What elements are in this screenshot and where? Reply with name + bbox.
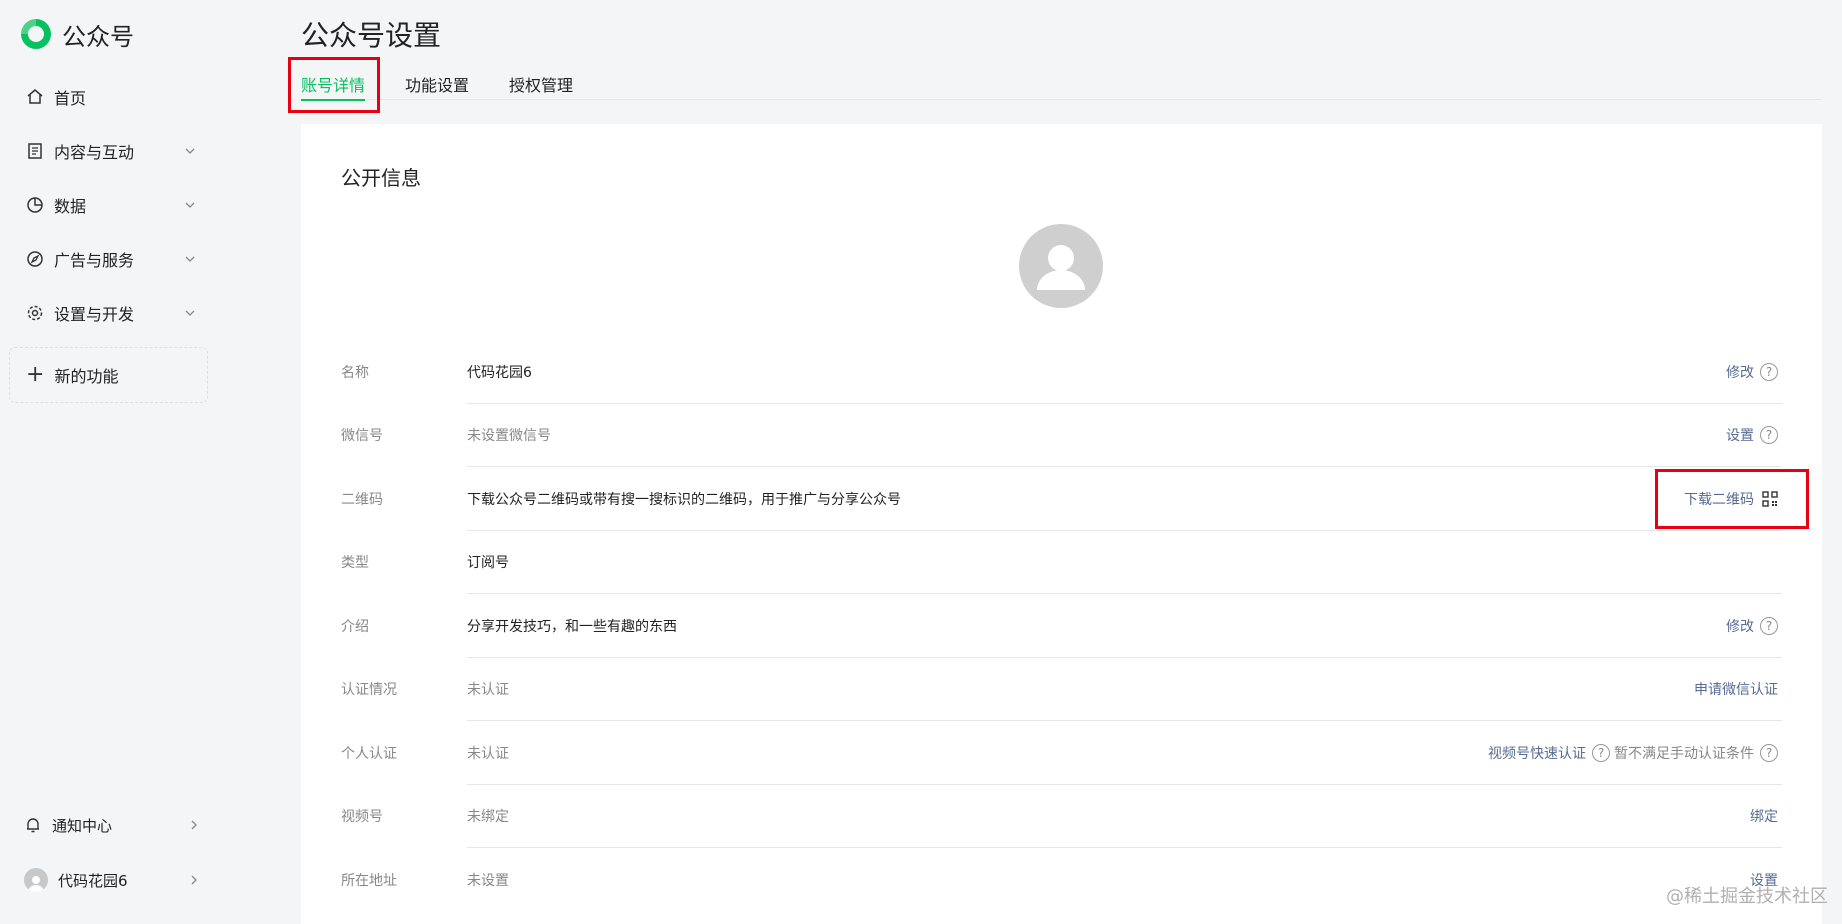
row-label: 名称: [341, 362, 467, 382]
avatar: [24, 868, 48, 892]
info-row-channels: 视频号 未绑定 绑定: [341, 785, 1782, 849]
section-title: 公开信息: [341, 162, 421, 191]
manual-verify-note: 暂不满足手动认证条件: [1614, 743, 1754, 763]
chevron-down-icon: [184, 253, 196, 265]
row-value: 未认证: [467, 679, 1694, 699]
row-actions: 绑定: [1750, 806, 1782, 826]
info-list: 名称 代码花园6 修改 ? 微信号 未设置微信号 设置 ? 二维码 下载公众号二…: [341, 340, 1782, 912]
row-value: 下载公众号二维码或带有搜一搜标识的二维码，用于推广与分享公众号: [467, 489, 1684, 509]
account-avatar[interactable]: [1019, 224, 1103, 308]
document-icon: [26, 142, 44, 160]
edit-name-link[interactable]: 修改: [1726, 362, 1754, 382]
sidebar-item-content[interactable]: 内容与互动: [0, 124, 222, 178]
sidebar-item-settings[interactable]: 设置与开发: [0, 286, 222, 340]
notification-center-label: 通知中心: [52, 815, 188, 836]
bind-channels-link[interactable]: 绑定: [1750, 806, 1778, 826]
info-row-name: 名称 代码花园6 修改 ?: [341, 340, 1782, 404]
pie-chart-icon: [26, 196, 44, 214]
channels-quick-verify-link[interactable]: 视频号快速认证: [1488, 743, 1586, 763]
row-value: 未设置: [467, 870, 1750, 890]
page-title: 公众号设置: [301, 14, 441, 54]
home-icon: [26, 88, 44, 106]
wechat-official-account-logo: [18, 16, 54, 52]
row-label: 所在地址: [341, 870, 467, 890]
brand-name: 公众号: [62, 17, 134, 52]
watermark: @稀土掘金技术社区: [1666, 882, 1828, 908]
user-icon: [26, 872, 46, 892]
sidebar-nav: 首页 内容与互动 数据: [0, 70, 222, 340]
help-icon[interactable]: ?: [1760, 363, 1778, 381]
row-actions: 修改 ?: [1726, 616, 1782, 636]
row-actions: 申请微信认证: [1694, 679, 1782, 699]
public-info-card: 公开信息 名称 代码花园6 修改 ? 微信号 未设置微信号 设置 ?: [301, 124, 1822, 924]
chevron-down-icon: [184, 199, 196, 211]
row-label: 个人认证: [341, 743, 467, 763]
info-row-verification: 认证情况 未认证 申请微信认证: [341, 658, 1782, 722]
annotation-highlight-qrcode: [1655, 469, 1809, 529]
row-actions: 修改 ?: [1726, 362, 1782, 382]
row-value: 代码花园6: [467, 362, 1726, 382]
compass-icon: [26, 250, 44, 268]
row-label: 微信号: [341, 425, 467, 445]
tab-authorization[interactable]: 授权管理: [509, 68, 573, 100]
row-label: 认证情况: [341, 679, 467, 699]
row-value: 未绑定: [467, 806, 1750, 826]
row-label: 二维码: [341, 489, 467, 509]
info-row-type: 类型 订阅号: [341, 531, 1782, 595]
row-actions: 视频号快速认证 ? 暂不满足手动认证条件 ?: [1488, 743, 1782, 763]
info-row-qrcode: 二维码 下载公众号二维码或带有搜一搜标识的二维码，用于推广与分享公众号 下载二维…: [341, 467, 1782, 531]
sidebar-item-label: 首页: [54, 85, 196, 109]
row-label: 视频号: [341, 806, 467, 826]
info-row-wechat-id: 微信号 未设置微信号 设置 ?: [341, 404, 1782, 468]
sidebar-item-label: 广告与服务: [54, 247, 180, 271]
sidebar-item-label: 内容与互动: [54, 139, 180, 163]
chevron-right-icon: [188, 819, 200, 831]
row-actions: 设置 ?: [1726, 425, 1782, 445]
chevron-right-icon: [188, 874, 200, 886]
bell-icon: [24, 816, 42, 834]
row-label: 介绍: [341, 616, 467, 636]
chevron-down-icon: [184, 307, 196, 319]
gear-icon: [26, 304, 44, 322]
plus-icon: +: [26, 364, 44, 386]
row-value: 未认证: [467, 743, 1488, 763]
set-wechat-id-link[interactable]: 设置: [1726, 425, 1754, 445]
new-features-button[interactable]: + 新的功能: [9, 347, 208, 403]
sidebar-item-ads[interactable]: 广告与服务: [0, 232, 222, 286]
notification-center-button[interactable]: 通知中心: [0, 802, 222, 848]
edit-intro-link[interactable]: 修改: [1726, 616, 1754, 636]
brand[interactable]: 公众号: [18, 16, 134, 52]
chevron-down-icon: [184, 145, 196, 157]
help-icon[interactable]: ?: [1592, 744, 1610, 762]
user-icon: [1019, 224, 1103, 308]
help-icon[interactable]: ?: [1760, 744, 1778, 762]
info-row-intro: 介绍 分享开发技巧，和一些有趣的东西 修改 ?: [341, 594, 1782, 658]
settings-tabs: 账号详情 功能设置 授权管理: [301, 68, 1822, 100]
sidebar-item-home[interactable]: 首页: [0, 70, 222, 124]
row-label: 类型: [341, 552, 467, 572]
sidebar-item-data[interactable]: 数据: [0, 178, 222, 232]
sidebar: 公众号 首页 内容与互动 数据: [0, 0, 222, 914]
row-value: 未设置微信号: [467, 425, 1726, 445]
row-value: 订阅号: [467, 552, 1782, 572]
info-row-address: 所在地址 未设置 设置: [341, 848, 1782, 912]
apply-verification-link[interactable]: 申请微信认证: [1694, 679, 1778, 699]
row-value: 分享开发技巧，和一些有趣的东西: [467, 616, 1726, 636]
info-row-personal-verification: 个人认证 未认证 视频号快速认证 ? 暂不满足手动认证条件 ?: [341, 721, 1782, 785]
annotation-highlight-tab: [288, 57, 380, 113]
account-name: 代码花园6: [58, 870, 188, 891]
new-features-label: 新的功能: [54, 363, 118, 387]
tab-feature-settings[interactable]: 功能设置: [405, 68, 469, 100]
help-icon[interactable]: ?: [1760, 617, 1778, 635]
help-icon[interactable]: ?: [1760, 426, 1778, 444]
sidebar-item-label: 数据: [54, 193, 180, 217]
sidebar-item-label: 设置与开发: [54, 301, 180, 325]
account-menu-button[interactable]: 代码花园6: [0, 857, 222, 903]
